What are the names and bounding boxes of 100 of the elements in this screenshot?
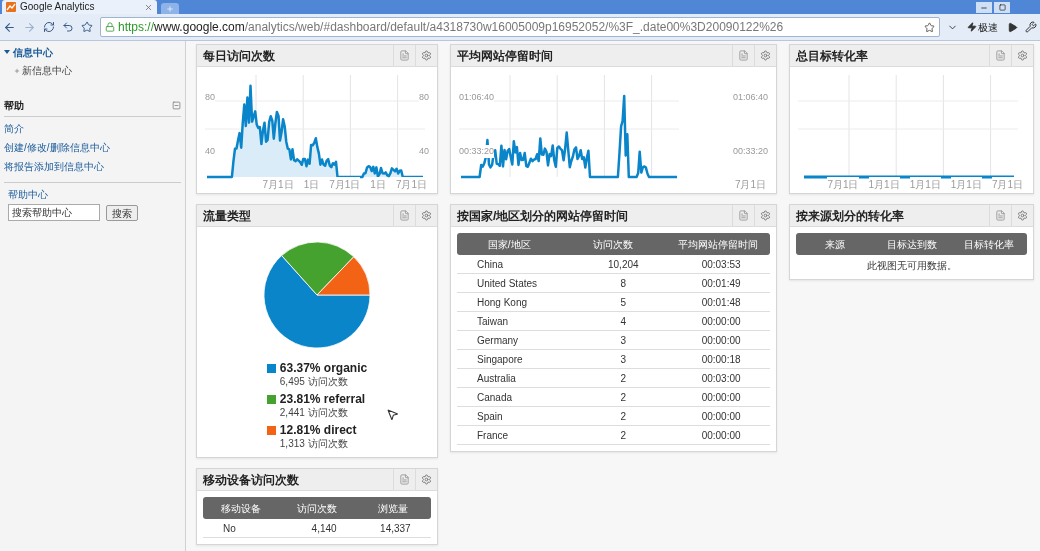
table-cell-text: 14,337 [379, 521, 412, 536]
table-cell-text: 00:01:49 [700, 276, 742, 291]
settings-icon [421, 50, 432, 61]
table-cell-text: Hong Kong [476, 295, 529, 310]
table-cell-text: 2 [619, 371, 628, 386]
table-cell-text: 00:00:00 [700, 390, 742, 405]
table-cell-text: 00:00:00 [700, 409, 742, 424]
browser-tab[interactable]: Google Analytics [2, 0, 157, 14]
search-button[interactable]: 搜索 [106, 204, 138, 221]
table-cell-text: 2 [619, 390, 628, 405]
play-icon[interactable] [1007, 21, 1018, 33]
table-cell-text: 2 [619, 428, 628, 443]
column-header: 目标转化率 [962, 237, 1015, 252]
axis-label: 00:33:20 [459, 144, 495, 158]
table-cell-text: 00:00:00 [700, 428, 742, 443]
table-cell-text: Spain [476, 409, 504, 424]
search-field[interactable]: 搜索帮助中心 [8, 204, 100, 221]
column-header: 平均网站停留时间 [676, 237, 759, 252]
column-header: 来源 [823, 237, 846, 252]
section-title: 帮助 [4, 99, 24, 113]
settings-icon [421, 210, 432, 221]
axis-label: 7月1日 [991, 177, 1023, 192]
bookmark-icon[interactable] [924, 21, 935, 33]
document-icon [995, 50, 1006, 61]
gadget-title: 平均网站停留时间 [456, 47, 554, 65]
table-cell-text: 5 [619, 295, 628, 310]
settings-icon [760, 50, 771, 61]
forward-icon[interactable] [23, 20, 36, 34]
lock-icon [105, 22, 115, 32]
lightning-icon [967, 22, 977, 32]
help-link[interactable]: 简介 [4, 121, 181, 136]
table-cell-text: 00:00:00 [700, 333, 742, 348]
sidebar-link[interactable]: 新信息中心 [22, 63, 72, 78]
plus-icon [14, 67, 20, 74]
back-icon[interactable] [3, 20, 16, 34]
table-cell-text: 00:01:48 [700, 295, 742, 310]
axis-label: 01:06:40 [459, 91, 495, 105]
document-icon [738, 50, 749, 61]
axis-label: 80 [419, 91, 429, 105]
minimize-button[interactable] [976, 2, 992, 13]
table-cell-text: China [476, 257, 505, 272]
axis-label: 1日 [370, 177, 386, 192]
wrench-icon[interactable] [1025, 21, 1037, 33]
reload-icon[interactable] [43, 21, 55, 33]
speed-button[interactable]: 极速 [965, 19, 1000, 35]
gadget-title: 按来源划分的转化率 [795, 207, 905, 225]
document-icon [399, 474, 410, 485]
maximize-icon [998, 4, 1006, 11]
table-cell-text: Germany [476, 333, 520, 348]
document-icon [399, 50, 410, 61]
close-icon[interactable] [144, 2, 153, 12]
sidebar-link[interactable]: 信息中心 [13, 45, 53, 60]
axis-label: 1月1日 [868, 177, 900, 192]
legend-count: 1,313 访问次数 [278, 437, 349, 451]
help-link[interactable]: 创建/修改/删除信息中心 [4, 140, 181, 155]
gadget-title: 按国家/地区划分的网站停留时间 [456, 207, 630, 225]
table-cell-text: Taiwan [476, 314, 510, 329]
legend-count: 6,495 访问次数 [278, 375, 349, 389]
document-icon [399, 210, 410, 221]
star-icon[interactable] [81, 21, 93, 33]
document-icon [995, 210, 1006, 221]
url-text: https://www.google.com/analytics/web/#dashboard/default/a4318730w16005009p16952052/%3F_.date00%3D20090122%26 [118, 19, 785, 36]
analytics-logo-icon [6, 2, 16, 12]
table-cell-text: 3 [619, 352, 628, 367]
column-header: 浏览量 [377, 501, 409, 516]
axis-label: 7月1日 [827, 177, 859, 192]
address-bar[interactable]: https://www.google.com/analytics/web/#dashboard/default/a4318730w16005009p16952052/%3F_.date00%3D20090122%26 [100, 17, 940, 37]
table-cell-text: 00:03:53 [700, 257, 742, 272]
undo-icon[interactable] [62, 21, 74, 33]
help-link[interactable]: 将报告添加到信息中心 [4, 159, 181, 174]
table-cell-text: No [222, 521, 237, 536]
gadget-title: 移动设备访问次数 [202, 471, 300, 489]
settings-icon [421, 474, 432, 485]
table-cell-text: France [476, 428, 510, 443]
column-header: 国家/地区 [486, 237, 532, 252]
expanded-arrow-icon[interactable] [4, 50, 10, 55]
empty-message: 此视图无可用数据。 [866, 260, 957, 271]
settings-icon [1017, 50, 1028, 61]
column-header: 移动设备 [220, 501, 262, 516]
maximize-button[interactable] [994, 2, 1010, 13]
table-cell-text: 2 [619, 409, 628, 424]
settings-icon [1017, 210, 1028, 221]
column-header: 访问次数 [296, 501, 338, 516]
collapse-icon[interactable] [172, 101, 181, 110]
axis-label: 7月1日 [395, 177, 427, 192]
column-header: 访问次数 [592, 237, 635, 252]
legend-label: 12.81% direct [279, 423, 357, 437]
table-cell-text: 4 [619, 314, 628, 329]
table-cell-text: Singapore [476, 352, 524, 367]
table-cell-text: 4,140 [310, 521, 338, 536]
tab-title: Google Analytics [20, 2, 96, 12]
new-tab-button[interactable] [161, 3, 179, 14]
axis-label: 7月1日 [262, 177, 294, 192]
table-cell-text: United States [476, 276, 539, 291]
axis-label: 7月1日 [329, 177, 361, 192]
legend-count: 2,441 访问次数 [278, 406, 349, 420]
settings-icon [760, 210, 771, 221]
gadget-title: 流量类型 [202, 207, 252, 225]
axis-label: 1月1日 [909, 177, 941, 192]
gadget-title: 总目标转化率 [794, 47, 869, 65]
